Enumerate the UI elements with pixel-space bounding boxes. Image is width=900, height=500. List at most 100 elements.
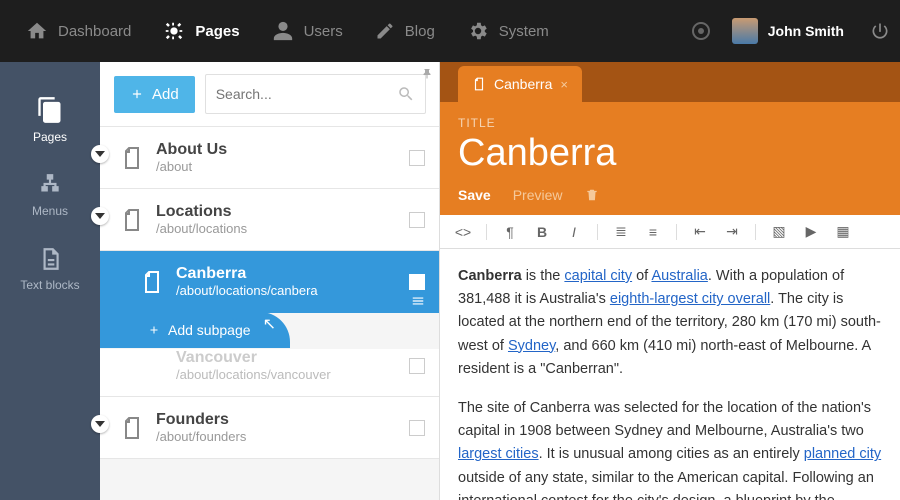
checkbox[interactable] xyxy=(409,150,425,166)
editor-toolbar: <> ¶ B I ≣ ≡ ⇤ ⇥ ▧ ▶ ▦ xyxy=(440,215,900,249)
file-icon xyxy=(120,208,144,232)
search-input[interactable] xyxy=(216,86,397,102)
tree-list: About Us /about Locations /about/locatio… xyxy=(100,127,439,459)
document-icon xyxy=(37,246,63,272)
file-icon xyxy=(120,146,144,170)
add-subpage-label: Add subpage xyxy=(168,322,251,338)
tab-label: Canberra xyxy=(494,76,552,92)
sidebar-item-textblocks[interactable]: Text blocks xyxy=(0,232,100,306)
video-icon[interactable]: ▶ xyxy=(802,223,820,240)
tree-item-slug: /about/founders xyxy=(156,429,409,444)
top-navigation: Dashboard Pages Users Blog System John S… xyxy=(0,0,900,62)
tree-item-slug: /about/locations xyxy=(156,221,409,236)
save-button[interactable]: Save xyxy=(458,187,491,203)
power-icon[interactable] xyxy=(870,21,890,41)
italic-icon[interactable]: I xyxy=(565,224,583,240)
sidebar-label: Text blocks xyxy=(20,278,79,292)
target-icon[interactable] xyxy=(692,22,710,40)
expand-toggle[interactable] xyxy=(91,415,109,433)
tree-item-slug: /about/locations/vancouver xyxy=(176,367,409,382)
tree-item-text: Founders /about/founders xyxy=(156,411,409,444)
expand-toggle[interactable] xyxy=(91,145,109,163)
tree-item-text: Canberra /about/locations/canbera xyxy=(176,265,409,298)
nav-label: Pages xyxy=(195,23,239,40)
nav-label: Dashboard xyxy=(58,23,131,40)
editor-body[interactable]: Canberra is the capital city of Australi… xyxy=(440,249,900,500)
image-icon[interactable]: ▧ xyxy=(770,223,788,240)
plus-icon xyxy=(148,324,160,336)
tree-item-title: About Us xyxy=(156,141,409,159)
nav-users[interactable]: Users xyxy=(256,0,359,62)
code-icon[interactable]: <> xyxy=(454,224,472,240)
file-icon xyxy=(120,416,144,440)
editor-header: TITLE Canberra Save Preview xyxy=(440,102,900,215)
preview-button[interactable]: Preview xyxy=(513,187,563,203)
editor-actions: Save Preview xyxy=(458,187,882,203)
tree-item-text: About Us /about xyxy=(156,141,409,174)
expand-toggle[interactable] xyxy=(91,207,109,225)
sitemap-icon xyxy=(37,172,63,198)
indent-icon[interactable]: ⇥ xyxy=(723,223,741,240)
avatar xyxy=(732,18,758,44)
sidebar: Pages Menus Text blocks xyxy=(0,62,100,500)
file-icon xyxy=(140,270,164,294)
gear-icon xyxy=(467,20,489,42)
title-label: TITLE xyxy=(458,116,882,130)
checkbox[interactable] xyxy=(409,358,425,374)
editor-tab-canberra[interactable]: Canberra × xyxy=(458,66,582,102)
nav-label: Blog xyxy=(405,23,435,40)
tree-item-title: Locations xyxy=(156,203,409,221)
tree-item-text: Locations /about/locations xyxy=(156,203,409,236)
add-button[interactable]: Add xyxy=(114,76,195,113)
nav-pages[interactable]: Pages xyxy=(147,0,255,62)
editor-panel: Canberra × TITLE Canberra Save Preview <… xyxy=(440,62,900,500)
wand-icon xyxy=(163,20,185,42)
checkbox[interactable] xyxy=(409,274,425,290)
tree-item-title: Vancouver xyxy=(176,349,409,367)
search-box[interactable] xyxy=(205,74,426,114)
sidebar-label: Menus xyxy=(32,204,68,218)
checkbox[interactable] xyxy=(409,212,425,228)
outdent-icon[interactable]: ⇤ xyxy=(691,223,709,240)
tree-item-about[interactable]: About Us /about xyxy=(100,127,439,189)
table-icon[interactable]: ▦ xyxy=(834,223,852,240)
file-icon xyxy=(472,77,486,91)
trash-icon[interactable] xyxy=(585,188,599,202)
list-ul-icon[interactable]: ≣ xyxy=(612,223,630,240)
tree-item-locations[interactable]: Locations /about/locations xyxy=(100,189,439,251)
paragraph-icon[interactable]: ¶ xyxy=(501,224,519,240)
tree-item-title: Canberra xyxy=(176,265,409,283)
user-name: John Smith xyxy=(768,23,844,39)
page-tree-panel: Add About Us /about xyxy=(100,62,440,500)
body: Pages Menus Text blocks Add xyxy=(0,62,900,500)
list-icon[interactable] xyxy=(411,294,425,308)
plus-icon xyxy=(130,87,144,101)
nav-label: System xyxy=(499,23,549,40)
sidebar-item-pages[interactable]: Pages xyxy=(0,82,100,158)
page-title[interactable]: Canberra xyxy=(458,132,882,175)
tree-item-vancouver[interactable]: Vancouver /about/locations/vancouver xyxy=(100,349,439,397)
user-menu[interactable]: John Smith xyxy=(720,18,856,44)
close-icon[interactable]: × xyxy=(560,77,568,92)
tree-item-slug: /about/locations/canbera xyxy=(176,283,409,298)
pin-icon[interactable] xyxy=(421,68,433,80)
nav-dashboard[interactable]: Dashboard xyxy=(10,0,147,62)
nav-label: Users xyxy=(304,23,343,40)
search-icon xyxy=(397,85,415,103)
bold-icon[interactable]: B xyxy=(533,224,551,240)
tree-item-founders[interactable]: Founders /about/founders xyxy=(100,397,439,459)
sidebar-item-menus[interactable]: Menus xyxy=(0,158,100,232)
checkbox[interactable] xyxy=(409,420,425,436)
tree-item-canberra[interactable]: Canberra /about/locations/canbera xyxy=(100,251,439,313)
pencil-icon xyxy=(375,21,395,41)
tree-toolbar: Add xyxy=(100,62,439,127)
cursor-icon: ↖ xyxy=(263,314,276,334)
home-icon xyxy=(26,20,48,42)
nav-system[interactable]: System xyxy=(451,0,565,62)
add-subpage-button[interactable]: Add subpage ↖ xyxy=(100,312,290,348)
list-ol-icon[interactable]: ≡ xyxy=(644,224,662,240)
pages-icon xyxy=(36,96,64,124)
tree-item-slug: /about xyxy=(156,159,409,174)
nav-blog[interactable]: Blog xyxy=(359,0,451,62)
editor-tabs: Canberra × xyxy=(440,62,900,102)
